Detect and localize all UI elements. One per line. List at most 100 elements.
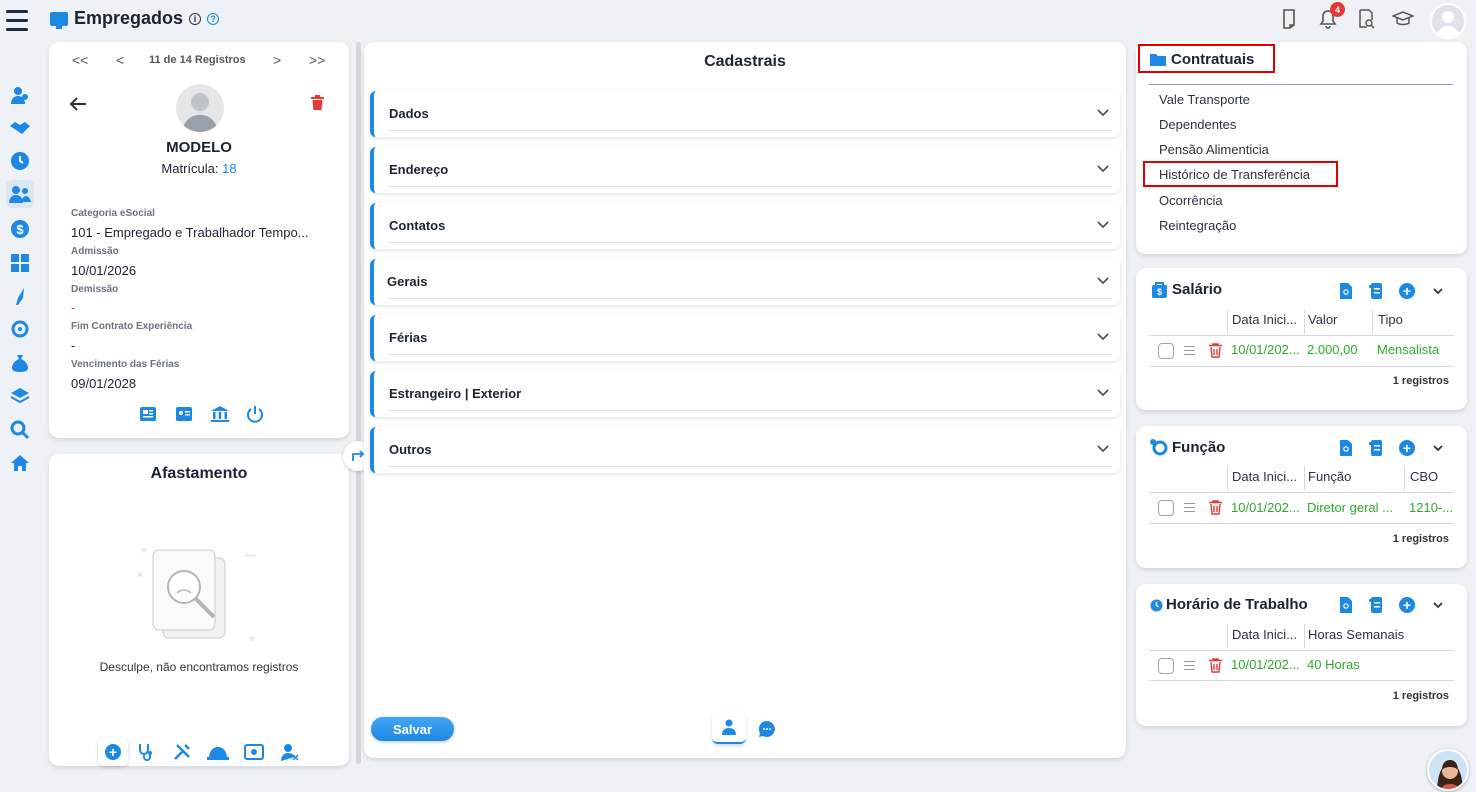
- accordion-dados[interactable]: Dados: [370, 91, 1120, 137]
- report-search-icon[interactable]: [1355, 8, 1377, 30]
- link-historico-transferencia[interactable]: Histórico de Transferência: [1159, 167, 1310, 182]
- link-pensao-alimenticia[interactable]: Pensão Alimenticia: [1159, 142, 1269, 157]
- layers-icon[interactable]: [9, 385, 31, 407]
- field-label: Vencimento das Férias: [71, 359, 180, 370]
- document-search-icon[interactable]: [1338, 440, 1354, 456]
- svg-text:+: +: [249, 634, 255, 645]
- salary-bag-icon: $: [1152, 281, 1167, 303]
- svg-text:×: ×: [137, 570, 143, 581]
- record-counter: 11 de 14 Registros: [149, 54, 246, 66]
- users-icon[interactable]: [9, 84, 31, 106]
- salario-title: Salário: [1172, 281, 1223, 298]
- save-button[interactable]: Salvar: [371, 717, 454, 741]
- column-header[interactable]: Valor: [1308, 312, 1337, 327]
- cash-icon[interactable]: [244, 743, 264, 766]
- tools-icon[interactable]: [173, 743, 191, 766]
- user-remove-icon[interactable]: [281, 743, 299, 766]
- profile-tab-button[interactable]: [712, 712, 746, 744]
- chevron-down-icon[interactable]: [1430, 283, 1446, 299]
- clock-icon[interactable]: [9, 150, 31, 172]
- table-cell: Diretor geral ...: [1307, 500, 1393, 515]
- handshake-icon[interactable]: [9, 117, 31, 139]
- table-cell: 40 Horas: [1307, 657, 1360, 672]
- add-funcao-button[interactable]: +: [1399, 440, 1415, 456]
- funcao-title: Função: [1172, 439, 1226, 456]
- scroll-document-icon[interactable]: [1368, 597, 1384, 613]
- trash-icon[interactable]: [311, 95, 324, 115]
- trash-outline-icon[interactable]: [1207, 342, 1223, 358]
- accordion-outros[interactable]: Outros: [370, 427, 1120, 473]
- monitor-icon: [50, 11, 68, 29]
- last-record-button[interactable]: >>: [309, 52, 325, 68]
- link-vale-transporte[interactable]: Vale Transporte: [1159, 92, 1250, 107]
- divider: [1148, 84, 1453, 85]
- empty-state-text: Desculpe, não encontramos registros: [99, 660, 299, 674]
- link-reintegracao[interactable]: Reintegração: [1159, 218, 1236, 233]
- first-record-button[interactable]: <<: [72, 52, 88, 68]
- chat-icon[interactable]: [758, 720, 776, 743]
- scroll-document-icon[interactable]: [1368, 283, 1384, 299]
- accordion-gerais[interactable]: Gerais: [370, 259, 1120, 305]
- document-search-icon[interactable]: [1338, 283, 1354, 299]
- graduation-cap-icon[interactable]: [1392, 8, 1414, 30]
- chevron-down-icon[interactable]: [1430, 597, 1446, 613]
- accordion-estrangeiro[interactable]: Estrangeiro | Exterior: [370, 371, 1120, 417]
- bank-icon[interactable]: [211, 406, 229, 427]
- help-icon[interactable]: ?: [207, 12, 220, 25]
- calculator-icon[interactable]: [9, 252, 31, 274]
- drag-handle-icon[interactable]: [1184, 346, 1195, 355]
- money-bag-icon[interactable]: [9, 352, 31, 374]
- row-checkbox[interactable]: [1158, 343, 1174, 359]
- power-icon[interactable]: [246, 405, 264, 428]
- trash-outline-icon[interactable]: [1207, 499, 1223, 515]
- add-salario-button[interactable]: +: [1399, 283, 1415, 299]
- bell-icon[interactable]: 4: [1317, 2, 1345, 30]
- column-header[interactable]: Função: [1308, 469, 1351, 484]
- helmet-icon[interactable]: [207, 744, 229, 765]
- settings-icon[interactable]: [9, 318, 31, 340]
- trash-outline-icon[interactable]: [1207, 657, 1223, 673]
- accordion-endereco[interactable]: Endereço: [370, 147, 1120, 193]
- drag-handle-icon[interactable]: [1184, 503, 1195, 512]
- medical-plus-button[interactable]: +: [98, 738, 128, 766]
- plus-icon: +: [1399, 283, 1415, 299]
- scrollbar[interactable]: [356, 42, 361, 764]
- document-search-icon[interactable]: [1338, 597, 1354, 613]
- prev-record-button[interactable]: <: [116, 52, 124, 68]
- accordion-contatos[interactable]: Contatos: [370, 203, 1120, 249]
- user-avatar[interactable]: [1430, 3, 1466, 39]
- svg-text:$: $: [1157, 287, 1162, 297]
- link-dependentes[interactable]: Dependentes: [1159, 117, 1236, 132]
- assistant-avatar[interactable]: [1427, 749, 1469, 791]
- id-card-icon[interactable]: [175, 406, 193, 427]
- stethoscope-icon[interactable]: [137, 743, 155, 766]
- notes-icon[interactable]: [1278, 8, 1300, 30]
- scroll-document-icon[interactable]: [1368, 440, 1384, 456]
- medical-plus-icon: +: [105, 744, 121, 760]
- home-icon[interactable]: [9, 452, 31, 474]
- search-icon[interactable]: [9, 419, 31, 441]
- back-arrow-icon[interactable]: [69, 96, 87, 117]
- dollar-icon[interactable]: $: [9, 218, 31, 240]
- column-header[interactable]: Data Inici...: [1232, 627, 1297, 642]
- newspaper-icon[interactable]: [139, 406, 157, 427]
- column-header[interactable]: Data Inici...: [1232, 469, 1297, 484]
- row-checkbox[interactable]: [1158, 658, 1174, 674]
- column-header[interactable]: Data Inici...: [1232, 312, 1297, 327]
- add-horario-button[interactable]: +: [1399, 597, 1415, 613]
- rocket-icon[interactable]: [9, 285, 31, 307]
- column-header[interactable]: CBO: [1410, 469, 1438, 484]
- info-icon[interactable]: i: [189, 12, 202, 25]
- accordion-ferias[interactable]: Férias: [370, 315, 1120, 361]
- employees-icon[interactable]: [6, 180, 34, 208]
- chevron-down-icon: [1097, 389, 1109, 397]
- chevron-down-icon[interactable]: [1430, 440, 1446, 456]
- next-record-button[interactable]: >: [273, 52, 281, 68]
- row-checkbox[interactable]: [1158, 500, 1174, 516]
- cadastrais-title: Cadastrais: [704, 53, 786, 70]
- column-header[interactable]: Tipo: [1378, 312, 1403, 327]
- link-ocorrencia[interactable]: Ocorrência: [1159, 193, 1223, 208]
- column-header[interactable]: Horas Semanais: [1308, 627, 1404, 642]
- drag-handle-icon[interactable]: [1184, 661, 1195, 670]
- menu-icon[interactable]: [6, 10, 28, 34]
